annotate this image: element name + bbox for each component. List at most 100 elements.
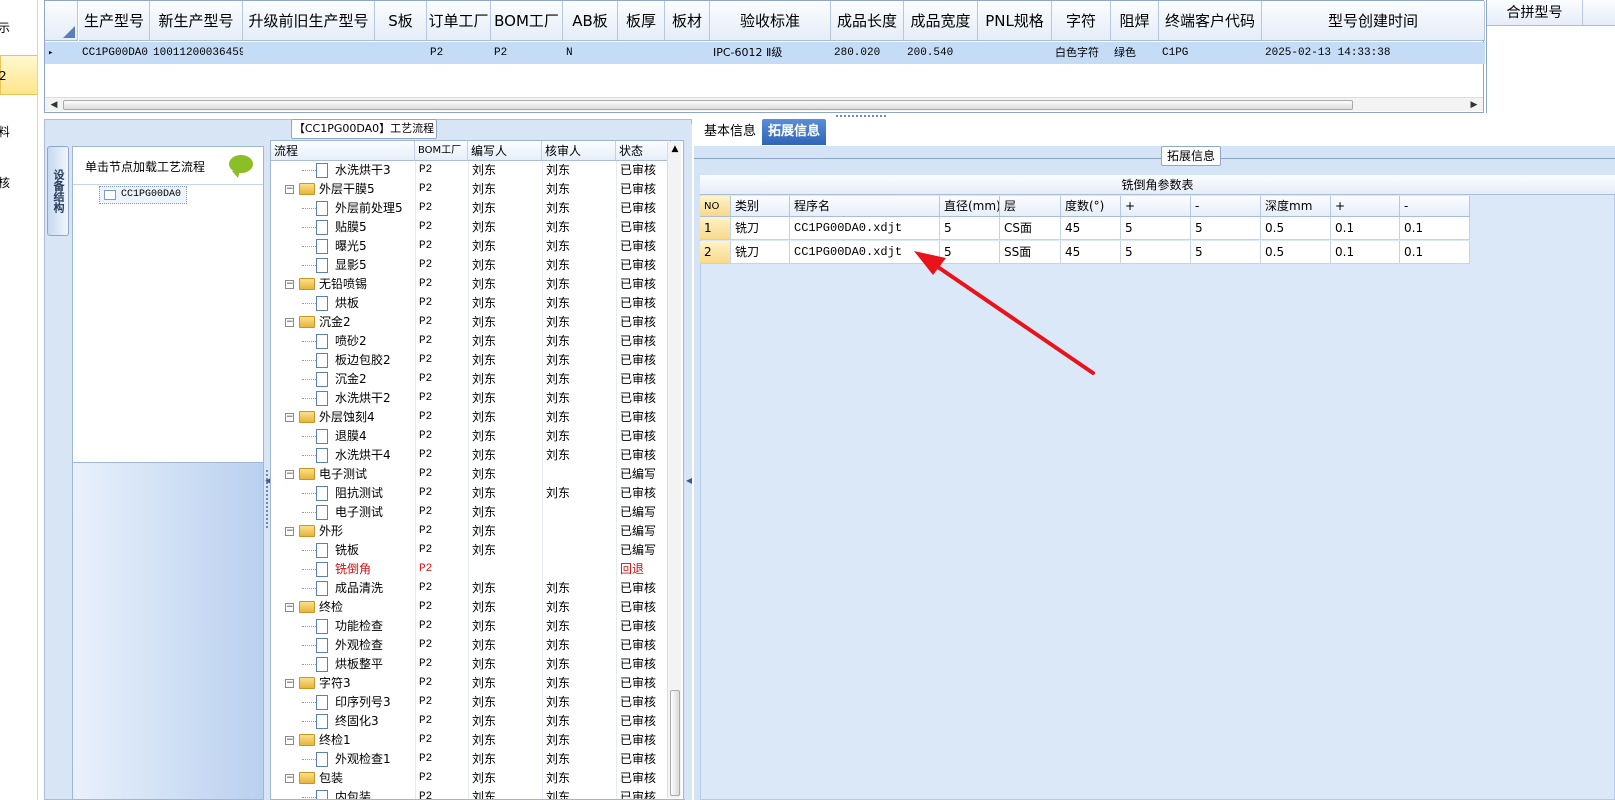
flow-row[interactable]: − 外层蚀刻4 P2 刘东 刘东 已审核 [271,408,671,427]
cell-bom-factory[interactable]: P2 [491,42,563,64]
flow-row[interactable]: − 电子测试 P2 刘东 已编写 [271,465,671,484]
scroll-right-icon[interactable]: ▶ [1467,98,1481,112]
col-header-acceptance-standard[interactable]: 验收标准 [710,1,831,41]
param-cell-depth-plus[interactable]: 0.1 [1331,217,1400,240]
cell-pnl-spec[interactable] [978,42,1052,64]
nav-item-0[interactable]: 示 [0,8,37,48]
flow-row[interactable]: − 外形 P2 刘东 已编写 [271,522,671,541]
cell-width[interactable]: 200.540 [904,42,978,64]
param-cell-diameter[interactable]: 5 [940,217,1000,240]
tree-collapse-icon[interactable]: − [285,280,294,289]
param-col-layer[interactable]: 层 [1000,196,1061,217]
param-col-plus[interactable]: + [1121,196,1191,217]
flow-row[interactable]: 水洗烘干4 P2 刘东 刘东 已审核 [271,446,671,465]
param-cell-depth-plus[interactable]: 0.1 [1331,241,1400,264]
param-cell-minus[interactable]: 5 [1191,241,1261,264]
param-cell-program[interactable]: CC1PG00DA0.xdjt [790,217,940,240]
param-cell-degree[interactable]: 45 [1061,217,1121,240]
tree-collapse-icon[interactable]: − [285,603,294,612]
cell-customer-code[interactable]: C1PG [1159,42,1262,64]
param-cell-program[interactable]: CC1PG00DA0.xdjt [790,241,940,264]
flow-row[interactable]: 外观检查1 P2 刘东 刘东 已审核 [271,750,671,769]
col-header-ab-board[interactable]: AB板 [563,1,618,41]
flow-row[interactable]: − 终检 P2 刘东 刘东 已审核 [271,598,671,617]
cell-ab-board[interactable]: N [563,42,618,64]
tree-collapse-icon[interactable]: − [285,413,294,422]
tree-collapse-icon[interactable]: − [285,185,294,194]
col-header-s-board[interactable]: S板 [375,1,427,41]
cell-solder-mask[interactable]: 绿色 [1111,42,1159,64]
col-header-width[interactable]: 成品宽度 [904,1,978,41]
flow-row[interactable]: 退膜4 P2 刘东 刘东 已审核 [271,427,671,446]
flow-col-bom-factory[interactable]: BOM工厂 [415,141,468,161]
cell-production-model[interactable]: CC1PG00DA0 [79,42,150,64]
merged-model-header[interactable]: 合拼型号 [1487,0,1583,26]
flow-row[interactable]: 喷砂2 P2 刘东 刘东 已审核 [271,332,671,351]
param-cell-minus[interactable]: 5 [1191,217,1261,240]
param-cell-depth-minus[interactable]: 0.1 [1400,217,1470,240]
scroll-thumb[interactable] [670,690,680,796]
nav-item-2[interactable]: 料 [0,112,37,152]
flow-row[interactable]: 烘板 P2 刘东 刘东 已审核 [271,294,671,313]
flow-row[interactable]: 显影5 P2 刘东 刘东 已审核 [271,256,671,275]
param-cell-plus[interactable]: 5 [1121,217,1191,240]
flow-row[interactable]: − 字符3 P2 刘东 刘东 已审核 [271,674,671,693]
col-header-pnl-spec[interactable]: PNL规格 [978,1,1052,41]
col-header-customer-code[interactable]: 终端客户代码 [1159,1,1262,41]
tree-collapse-icon[interactable]: − [285,470,294,479]
param-cell-degree[interactable]: 45 [1061,241,1121,264]
flow-row[interactable]: 曝光5 P2 刘东 刘东 已审核 [271,237,671,256]
col-header-bom-factory[interactable]: BOM工厂 [491,1,563,41]
flow-col-writer[interactable]: 编写人 [468,141,542,161]
tree-collapse-icon[interactable]: − [285,774,294,783]
param-col-program[interactable]: 程序名 [790,196,940,217]
flow-row[interactable]: − 包装 P2 刘东 刘东 已审核 [271,769,671,788]
cell-order-factory[interactable]: P2 [427,42,491,64]
param-cell-plus[interactable]: 5 [1121,241,1191,264]
param-cell-layer[interactable]: CS面 [1000,217,1061,240]
param-col-depth-plus[interactable]: + [1331,196,1400,217]
flow-col-process[interactable]: 流程 [271,141,415,161]
param-cell-category[interactable]: 铣刀 [731,241,790,264]
flow-row[interactable]: 外层前处理5 P2 刘东 刘东 已审核 [271,199,671,218]
cell-s-board[interactable] [375,42,427,64]
param-col-no[interactable]: NO [700,196,731,217]
param-cell-no[interactable]: 2 [700,241,731,264]
col-header-created-time[interactable]: 型号创建时间 [1262,1,1485,41]
flow-row[interactable]: 水洗烘干2 P2 刘东 刘东 已审核 [271,389,671,408]
param-cell-layer[interactable]: SS面 [1000,241,1061,264]
param-cell-diameter[interactable]: 5 [940,241,1000,264]
flow-row[interactable]: 水洗烘干3 P2 刘东 刘东 已审核 [271,161,671,180]
scroll-up-icon[interactable]: ▲ [668,142,682,156]
flow-row[interactable]: 沉金2 P2 刘东 刘东 已审核 [271,370,671,389]
flow-row[interactable]: 贴膜5 P2 刘东 刘东 已审核 [271,218,671,237]
flow-row[interactable]: 烘板整平 P2 刘东 刘东 已审核 [271,655,671,674]
param-col-depth-minus[interactable]: - [1400,196,1470,217]
flow-row[interactable]: 内包装 P2 刘东 刘东 已审核 [271,788,671,799]
tree-collapse-icon[interactable]: − [285,318,294,327]
col-header-material[interactable]: 板材 [665,1,710,41]
flow-col-status[interactable]: 状态 [616,141,671,161]
cell-created-time[interactable]: 2025-02-13 14:33:38 [1262,42,1485,64]
param-cell-category[interactable]: 铣刀 [731,217,790,240]
flow-row[interactable]: − 外层干膜5 P2 刘东 刘东 已审核 [271,180,671,199]
flow-row[interactable]: 终固化3 P2 刘东 刘东 已审核 [271,712,671,731]
col-header-order-factory[interactable]: 订单工厂 [427,1,491,41]
flow-row[interactable]: 功能检查 P2 刘东 刘东 已审核 [271,617,671,636]
splitter-grip[interactable] [836,115,888,117]
param-col-depth[interactable]: 深度mm [1261,196,1331,217]
param-col-minus[interactable]: - [1191,196,1261,217]
col-header-character[interactable]: 字符 [1052,1,1111,41]
tab-basic-info[interactable]: 基本信息 [698,119,762,145]
tree-collapse-icon[interactable]: − [285,736,294,745]
flow-row[interactable]: 外观检查 P2 刘东 刘东 已审核 [271,636,671,655]
col-header-solder-mask[interactable]: 阻焊 [1111,1,1159,41]
flow-row[interactable]: 印序列号3 P2 刘东 刘东 已审核 [271,693,671,712]
flow-row[interactable]: 板边包胶2 P2 刘东 刘东 已审核 [271,351,671,370]
flow-row[interactable]: 阻抗测试 P2 刘东 刘东 已审核 [271,484,671,503]
scroll-thumb[interactable] [63,100,1353,110]
flow-row[interactable]: − 沉金2 P2 刘东 刘东 已审核 [271,313,671,332]
merged-extra-header[interactable] [1583,0,1615,26]
tree-collapse-icon[interactable]: − [285,527,294,536]
horizontal-scrollbar[interactable]: ◀ ▶ [45,97,1483,111]
